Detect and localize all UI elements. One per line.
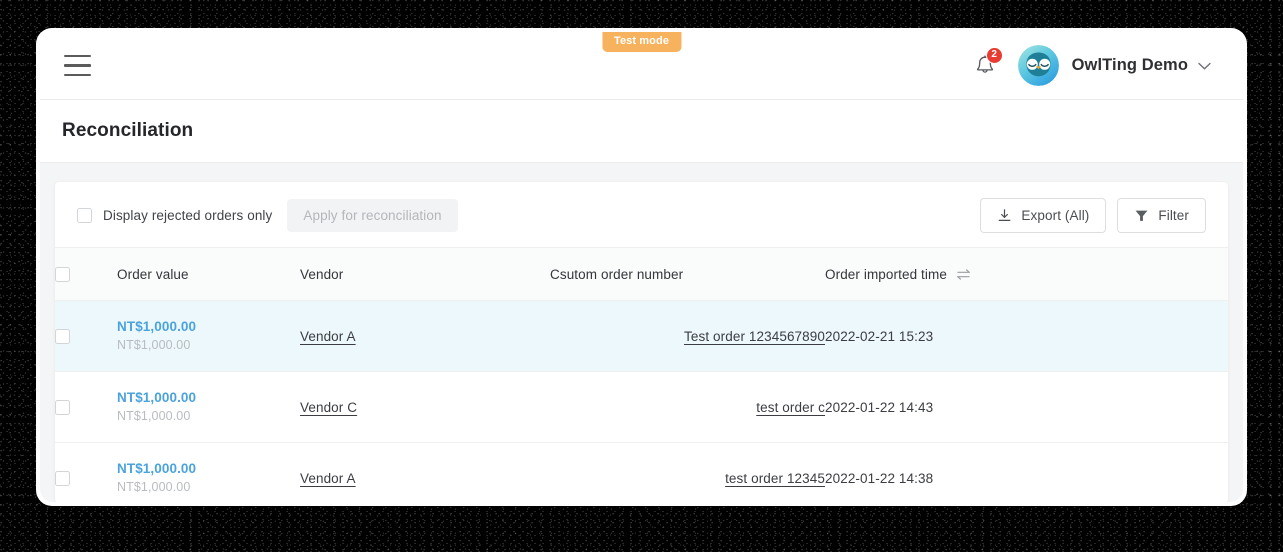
chevron-down-icon[interactable] — [1198, 62, 1211, 70]
vendor-link[interactable]: Vendor A — [300, 329, 356, 344]
funnel-icon — [1135, 210, 1148, 221]
row-select-cell — [55, 300, 117, 372]
device-frame: Test mode 2 OwlTing Demo Reconciliation … — [0, 0, 1283, 552]
header-order-imported-time-label: Order imported time — [825, 266, 947, 282]
order-value-main: NT$1,000.00 — [117, 390, 197, 406]
cell-imported-time: 2022-01-22 14:38 — [825, 442, 1228, 502]
page-content: Display rejected orders only Apply for r… — [40, 163, 1243, 502]
app-window: Test mode 2 OwlTing Demo Reconciliation … — [40, 32, 1243, 502]
vendor-link[interactable]: Vendor A — [300, 471, 356, 486]
test-mode-badge: Test mode — [601, 32, 682, 52]
header-custom-order-number[interactable]: Csutom order number — [550, 247, 825, 301]
apply-reconciliation-button[interactable]: Apply for reconciliation — [287, 199, 458, 232]
display-rejected-label: Display rejected orders only — [103, 208, 273, 223]
filter-label: Filter — [1158, 208, 1189, 223]
user-menu[interactable]: OwlTing Demo — [1017, 45, 1215, 86]
filter-button[interactable]: Filter — [1117, 198, 1206, 233]
row-select-cell — [55, 371, 117, 443]
order-number-link[interactable]: test order c — [756, 400, 825, 415]
table-row[interactable]: NT$1,000.00 NT$1,000.00 Vendor C test or… — [55, 371, 1228, 443]
select-all-header — [55, 247, 117, 301]
order-number-link[interactable]: Test order 1234567890 — [684, 329, 825, 344]
order-value-sub: NT$1,000.00 — [117, 408, 191, 423]
order-value-sub: NT$1,000.00 — [117, 479, 191, 494]
cell-vendor: Vendor C — [300, 371, 550, 443]
cell-order-value: NT$1,000.00 NT$1,000.00 — [117, 300, 300, 372]
table-row[interactable]: NT$1,000.00 NT$1,000.00 Vendor A test or… — [55, 442, 1228, 502]
cell-vendor: Vendor A — [300, 442, 550, 502]
select-all-checkbox[interactable] — [55, 266, 70, 282]
owl-avatar — [1017, 45, 1059, 86]
notifications-button[interactable]: 2 — [968, 46, 1003, 83]
cell-imported-time: 2022-02-21 15:23 — [825, 300, 1228, 372]
header-order-imported-time[interactable]: Order imported time — [825, 247, 1228, 301]
hamburger-menu-icon[interactable] — [64, 53, 92, 79]
table-header-row: Order value Vendor Csutom order number O… — [55, 247, 1228, 301]
export-all-button[interactable]: Export (All) — [980, 198, 1107, 233]
row-checkbox[interactable] — [55, 328, 70, 344]
cell-order-number: Test order 1234567890 — [550, 300, 825, 372]
vendor-link[interactable]: Vendor C — [300, 400, 357, 415]
order-value-main: NT$1,000.00 — [117, 461, 197, 477]
reconciliation-table: Order value Vendor Csutom order number O… — [55, 247, 1228, 502]
display-rejected-checkbox[interactable] — [77, 208, 92, 223]
table-header: Order value Vendor Csutom order number O… — [55, 247, 1228, 301]
table-row[interactable]: NT$1,000.00 NT$1,000.00 Vendor A Test or… — [55, 300, 1228, 372]
topbar-right-group: 2 OwlTing Demo — [968, 45, 1215, 86]
page-header: Reconciliation — [40, 100, 1243, 163]
row-checkbox[interactable] — [55, 399, 70, 415]
header-vendor[interactable]: Vendor — [300, 247, 550, 301]
user-name: OwlTing Demo — [1071, 56, 1188, 74]
table-toolbar: Display rejected orders only Apply for r… — [55, 182, 1228, 247]
download-icon — [999, 209, 1011, 221]
notification-count-badge: 2 — [985, 46, 1003, 64]
order-number-link[interactable]: test order 12345 — [725, 471, 825, 486]
page-title: Reconciliation — [62, 120, 194, 141]
order-value-sub: NT$1,000.00 — [117, 337, 191, 352]
reconciliation-card: Display rejected orders only Apply for r… — [54, 181, 1229, 502]
cell-vendor: Vendor A — [300, 300, 550, 372]
header-order-value[interactable]: Order value — [117, 247, 300, 301]
cell-imported-time: 2022-01-22 14:43 — [825, 371, 1228, 443]
top-navigation-bar: Test mode 2 OwlTing Demo — [40, 32, 1243, 100]
row-checkbox[interactable] — [55, 470, 70, 486]
export-all-label: Export (All) — [1021, 208, 1090, 223]
order-value-main: NT$1,000.00 — [117, 319, 197, 335]
cell-order-number: test order 12345 — [550, 442, 825, 502]
table-body: NT$1,000.00 NT$1,000.00 Vendor A Test or… — [55, 300, 1228, 502]
toolbar-right: Export (All) Filter — [980, 198, 1206, 233]
sort-swap-icon[interactable] — [956, 268, 971, 281]
cell-order-value: NT$1,000.00 NT$1,000.00 — [117, 442, 300, 502]
row-select-cell — [55, 442, 117, 502]
cell-order-value: NT$1,000.00 NT$1,000.00 — [117, 371, 300, 443]
cell-order-number: test order c — [550, 371, 825, 443]
toolbar-left: Display rejected orders only Apply for r… — [77, 199, 458, 232]
